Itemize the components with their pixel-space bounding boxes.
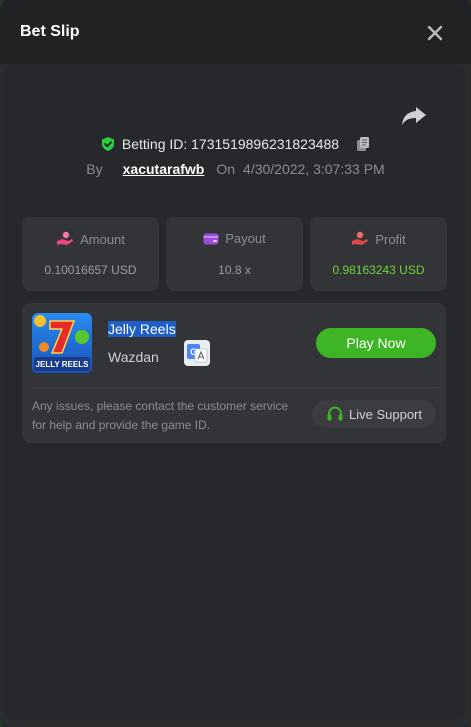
close-icon[interactable]: [425, 23, 445, 43]
betting-id: Betting ID: 1731519896231823488: [121, 136, 340, 152]
profit-value: 0.98163243 USD: [332, 263, 425, 277]
amount-value: 0.10016657 USD: [44, 263, 137, 277]
translate-icon[interactable]: G: [184, 340, 210, 366]
shield-check-icon: [101, 137, 114, 151]
share-icon[interactable]: [400, 104, 428, 128]
amount-stat-card: Amount 0.10016657 USD: [22, 217, 159, 291]
betting-id-row: Betting ID: 1731519896231823488: [0, 136, 471, 156]
live-support-button[interactable]: Live Support: [312, 400, 436, 428]
play-now-button[interactable]: Play Now: [316, 328, 436, 358]
support-notice: Any issues, please contact the customer …: [32, 399, 289, 432]
wallet-icon: [203, 233, 219, 244]
amount-label: Amount: [80, 231, 125, 247]
thumbnail-caption: JELLY REELS: [36, 360, 90, 369]
payout-value: 10.8 x: [218, 263, 251, 277]
hand-money-icon: [352, 231, 369, 245]
game-provider: Wazdan: [108, 349, 159, 365]
payout-stat-card: Payout 10.8 x: [166, 217, 303, 291]
game-name[interactable]: Jelly Reels: [108, 321, 176, 337]
game-card: JELLY REELS Jelly Reels Wazdan G Play No…: [22, 303, 446, 443]
copy-icon[interactable]: [355, 136, 371, 152]
divider: [32, 387, 436, 388]
hand-coins-icon: [57, 231, 74, 245]
bet-datetime: 4/30/2022, 3:07:33 PM: [243, 161, 385, 177]
live-support-label: Live Support: [349, 406, 422, 422]
profit-label: Profit: [375, 231, 406, 247]
bettor-row: By xacutarafwb On 4/30/2022, 3:07:33 PM: [0, 161, 471, 181]
by-label: By: [86, 161, 103, 177]
username-link[interactable]: xacutarafwb: [123, 161, 205, 177]
profit-stat-card: Profit 0.98163243 USD: [310, 217, 447, 291]
bet-slip-modal: Bet Slip Betting ID: 1731519896231823488…: [0, 0, 471, 727]
on-label: On: [216, 161, 236, 177]
headset-icon: [327, 406, 343, 421]
game-thumbnail[interactable]: JELLY REELS: [32, 313, 92, 373]
modal-header: Bet Slip: [0, 0, 471, 64]
payout-label: Payout: [225, 231, 266, 246]
modal-title: Bet Slip: [20, 23, 80, 40]
